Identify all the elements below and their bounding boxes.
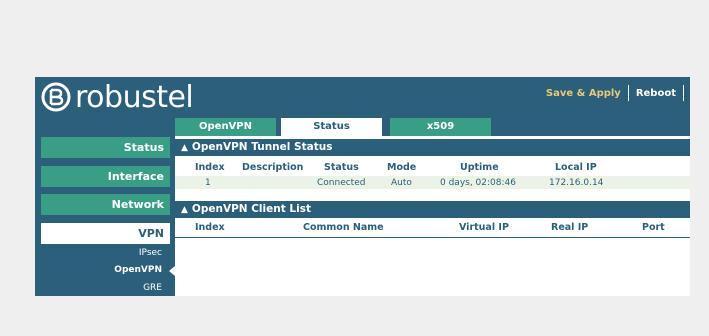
column-header-real-ip: Real IP bbox=[551, 222, 589, 233]
table-divider bbox=[175, 237, 690, 238]
caret-up-icon: ▲ bbox=[181, 143, 188, 153]
caret-up-icon: ▲ bbox=[181, 205, 188, 215]
sidebar-subitem-ipsec[interactable]: IPsec bbox=[41, 248, 162, 258]
cell-status: Connected bbox=[317, 178, 366, 188]
table-row bbox=[175, 176, 690, 189]
client-list-header[interactable]: ▲ OpenVPN Client List bbox=[175, 201, 690, 218]
top-actions: Save & Apply Reboot bbox=[546, 85, 684, 101]
tab-x509[interactable]: x509 bbox=[390, 118, 491, 136]
sidebar-item-vpn[interactable]: VPN bbox=[41, 223, 170, 244]
robustel-logo-icon bbox=[41, 82, 71, 112]
sidebar-item-status[interactable]: Status bbox=[41, 137, 170, 158]
tab-status[interactable]: Status bbox=[281, 118, 382, 136]
active-indicator-icon bbox=[169, 266, 175, 276]
reboot-button[interactable]: Reboot bbox=[636, 88, 676, 99]
tunnel-status-title: OpenVPN Tunnel Status bbox=[191, 141, 333, 153]
brand-name: robustel bbox=[75, 79, 194, 115]
save-apply-button[interactable]: Save & Apply bbox=[546, 88, 621, 99]
column-header-mode: Mode bbox=[387, 162, 417, 173]
sidebar-item-network[interactable]: Network bbox=[41, 194, 170, 215]
router-web-ui: robustel Save & Apply Reboot OpenVPN Sta… bbox=[35, 77, 690, 296]
action-divider bbox=[683, 85, 684, 101]
cell-local-ip: 172.16.0.14 bbox=[549, 178, 604, 188]
column-header-status: Status bbox=[324, 162, 359, 173]
tunnel-status-header[interactable]: ▲ OpenVPN Tunnel Status bbox=[175, 139, 690, 156]
sidebar: Status Interface Network VPN IPsec OpenV… bbox=[35, 117, 175, 296]
sidebar-item-interface[interactable]: Interface bbox=[41, 166, 170, 187]
column-header-description: Description bbox=[242, 162, 304, 173]
cell-uptime: 0 days, 02:08:46 bbox=[440, 178, 516, 188]
column-header-index: Index bbox=[195, 162, 225, 173]
column-header-local-ip: Local IP bbox=[555, 162, 597, 173]
client-list-title: OpenVPN Client List bbox=[191, 203, 311, 215]
tab-strip: OpenVPN Status x509 bbox=[175, 117, 690, 136]
column-header-port: Port bbox=[642, 222, 665, 233]
tab-openvpn[interactable]: OpenVPN bbox=[175, 118, 276, 136]
cell-index: 1 bbox=[205, 178, 211, 188]
sidebar-subitem-gre[interactable]: GRE bbox=[41, 283, 162, 293]
top-bar: robustel Save & Apply Reboot bbox=[35, 77, 690, 117]
cell-mode: Auto bbox=[391, 178, 412, 188]
brand-logo: robustel bbox=[41, 79, 194, 115]
column-header-common-name: Common Name bbox=[303, 222, 384, 233]
column-header-uptime: Uptime bbox=[460, 162, 499, 173]
column-header-index: Index bbox=[195, 222, 225, 233]
action-divider bbox=[627, 85, 629, 101]
sidebar-subitem-openvpn[interactable]: OpenVPN bbox=[41, 265, 162, 275]
column-header-virtual-ip: Virtual IP bbox=[459, 222, 509, 233]
